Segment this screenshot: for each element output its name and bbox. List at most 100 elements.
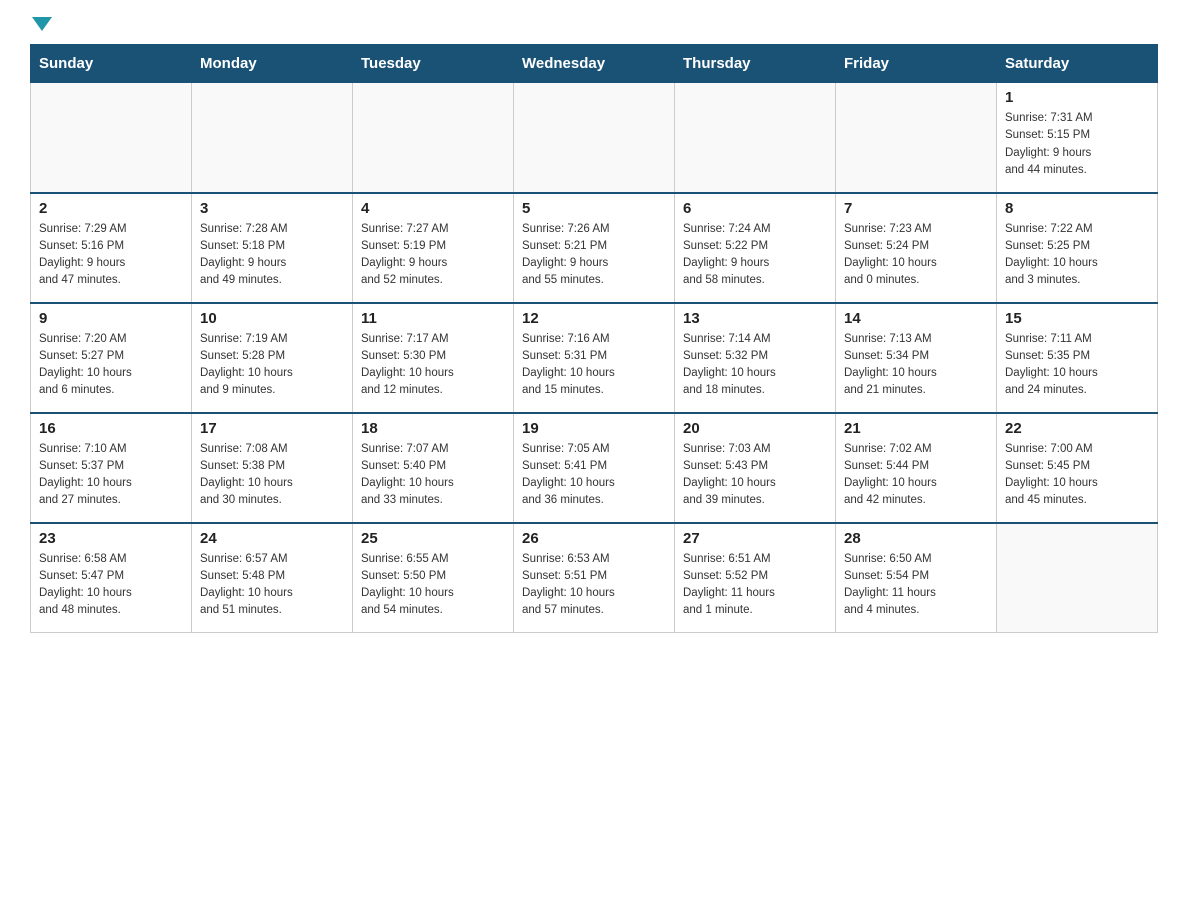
- day-number: 6: [683, 200, 827, 217]
- logo-arrow-icon: [32, 17, 52, 31]
- day-number: 16: [39, 420, 183, 437]
- calendar-day-header: Sunday: [31, 45, 192, 83]
- calendar-day-header: Thursday: [675, 45, 836, 83]
- day-info: Sunrise: 7:24 AM Sunset: 5:22 PM Dayligh…: [683, 221, 827, 290]
- calendar-day-cell: 13 Sunrise: 7:14 AM Sunset: 5:32 PM Dayli…: [675, 303, 836, 413]
- day-number: 19: [522, 420, 666, 437]
- day-info: Sunrise: 7:29 AM Sunset: 5:16 PM Dayligh…: [39, 221, 183, 290]
- day-number: 23: [39, 530, 183, 547]
- calendar-day-cell: 12 Sunrise: 7:16 AM Sunset: 5:31 PM Dayli…: [514, 303, 675, 413]
- calendar-day-cell: 15 Sunrise: 7:11 AM Sunset: 5:35 PM Dayli…: [997, 303, 1158, 413]
- calendar-day-cell: [836, 83, 997, 193]
- day-number: 28: [844, 530, 988, 547]
- day-info: Sunrise: 7:23 AM Sunset: 5:24 PM Dayligh…: [844, 221, 988, 290]
- day-info: Sunrise: 7:00 AM Sunset: 5:45 PM Dayligh…: [1005, 441, 1149, 510]
- day-info: Sunrise: 7:27 AM Sunset: 5:19 PM Dayligh…: [361, 221, 505, 290]
- calendar-week-row: 16 Sunrise: 7:10 AM Sunset: 5:37 PM Dayli…: [31, 413, 1158, 523]
- calendar-day-cell: 3 Sunrise: 7:28 AM Sunset: 5:18 PM Daylig…: [192, 193, 353, 303]
- calendar-day-cell: 25 Sunrise: 6:55 AM Sunset: 5:50 PM Dayli…: [353, 523, 514, 633]
- calendar-day-cell: 11 Sunrise: 7:17 AM Sunset: 5:30 PM Dayli…: [353, 303, 514, 413]
- calendar-day-cell: 14 Sunrise: 7:13 AM Sunset: 5:34 PM Dayli…: [836, 303, 997, 413]
- calendar-day-cell: 1 Sunrise: 7:31 AM Sunset: 5:15 PM Daylig…: [997, 83, 1158, 193]
- calendar-day-cell: 5 Sunrise: 7:26 AM Sunset: 5:21 PM Daylig…: [514, 193, 675, 303]
- day-number: 20: [683, 420, 827, 437]
- day-info: Sunrise: 7:28 AM Sunset: 5:18 PM Dayligh…: [200, 221, 344, 290]
- day-info: Sunrise: 6:53 AM Sunset: 5:51 PM Dayligh…: [522, 551, 666, 620]
- day-number: 5: [522, 200, 666, 217]
- calendar-day-cell: 18 Sunrise: 7:07 AM Sunset: 5:40 PM Dayli…: [353, 413, 514, 523]
- calendar-day-cell: 28 Sunrise: 6:50 AM Sunset: 5:54 PM Dayli…: [836, 523, 997, 633]
- day-info: Sunrise: 6:58 AM Sunset: 5:47 PM Dayligh…: [39, 551, 183, 620]
- calendar-header-row: SundayMondayTuesdayWednesdayThursdayFrid…: [31, 45, 1158, 83]
- day-info: Sunrise: 7:02 AM Sunset: 5:44 PM Dayligh…: [844, 441, 988, 510]
- calendar-day-cell: 6 Sunrise: 7:24 AM Sunset: 5:22 PM Daylig…: [675, 193, 836, 303]
- day-info: Sunrise: 6:55 AM Sunset: 5:50 PM Dayligh…: [361, 551, 505, 620]
- day-info: Sunrise: 7:26 AM Sunset: 5:21 PM Dayligh…: [522, 221, 666, 290]
- day-info: Sunrise: 7:07 AM Sunset: 5:40 PM Dayligh…: [361, 441, 505, 510]
- calendar-week-row: 9 Sunrise: 7:20 AM Sunset: 5:27 PM Daylig…: [31, 303, 1158, 413]
- day-info: Sunrise: 7:13 AM Sunset: 5:34 PM Dayligh…: [844, 331, 988, 400]
- calendar-week-row: 23 Sunrise: 6:58 AM Sunset: 5:47 PM Dayli…: [31, 523, 1158, 633]
- day-number: 26: [522, 530, 666, 547]
- day-number: 8: [1005, 200, 1149, 217]
- day-info: Sunrise: 7:22 AM Sunset: 5:25 PM Dayligh…: [1005, 221, 1149, 290]
- calendar-day-cell: [192, 83, 353, 193]
- day-number: 14: [844, 310, 988, 327]
- day-number: 4: [361, 200, 505, 217]
- calendar-day-cell: [31, 83, 192, 193]
- day-number: 9: [39, 310, 183, 327]
- day-info: Sunrise: 7:16 AM Sunset: 5:31 PM Dayligh…: [522, 331, 666, 400]
- calendar-day-cell: [675, 83, 836, 193]
- calendar-day-cell: 24 Sunrise: 6:57 AM Sunset: 5:48 PM Dayli…: [192, 523, 353, 633]
- day-number: 12: [522, 310, 666, 327]
- calendar-day-cell: 22Sunrise: 7:00 AM Sunset: 5:45 PM Dayli…: [997, 413, 1158, 523]
- day-number: 17: [200, 420, 344, 437]
- day-info: Sunrise: 7:10 AM Sunset: 5:37 PM Dayligh…: [39, 441, 183, 510]
- calendar-day-cell: 16 Sunrise: 7:10 AM Sunset: 5:37 PM Dayli…: [31, 413, 192, 523]
- day-number: 18: [361, 420, 505, 437]
- calendar-day-header: Wednesday: [514, 45, 675, 83]
- day-number: 27: [683, 530, 827, 547]
- day-info: Sunrise: 7:14 AM Sunset: 5:32 PM Dayligh…: [683, 331, 827, 400]
- calendar-day-cell: 20 Sunrise: 7:03 AM Sunset: 5:43 PM Dayli…: [675, 413, 836, 523]
- calendar-day-cell: 21 Sunrise: 7:02 AM Sunset: 5:44 PM Dayli…: [836, 413, 997, 523]
- day-info: Sunrise: 6:57 AM Sunset: 5:48 PM Dayligh…: [200, 551, 344, 620]
- day-info: Sunrise: 7:20 AM Sunset: 5:27 PM Dayligh…: [39, 331, 183, 400]
- day-info: Sunrise: 6:50 AM Sunset: 5:54 PM Dayligh…: [844, 551, 988, 620]
- calendar-day-cell: 9 Sunrise: 7:20 AM Sunset: 5:27 PM Daylig…: [31, 303, 192, 413]
- calendar-day-cell: [514, 83, 675, 193]
- day-number: 1: [1005, 89, 1149, 106]
- day-info: Sunrise: 7:31 AM Sunset: 5:15 PM Dayligh…: [1005, 110, 1149, 179]
- calendar-day-cell: 4 Sunrise: 7:27 AM Sunset: 5:19 PM Daylig…: [353, 193, 514, 303]
- day-info: Sunrise: 7:11 AM Sunset: 5:35 PM Dayligh…: [1005, 331, 1149, 400]
- day-number: 13: [683, 310, 827, 327]
- day-info: Sunrise: 7:05 AM Sunset: 5:41 PM Dayligh…: [522, 441, 666, 510]
- day-number: 11: [361, 310, 505, 327]
- day-number: 15: [1005, 310, 1149, 327]
- day-number: 21: [844, 420, 988, 437]
- calendar-day-cell: 19 Sunrise: 7:05 AM Sunset: 5:41 PM Dayli…: [514, 413, 675, 523]
- calendar-table: SundayMondayTuesdayWednesdayThursdayFrid…: [30, 44, 1158, 633]
- calendar-day-header: Friday: [836, 45, 997, 83]
- calendar-day-cell: 17 Sunrise: 7:08 AM Sunset: 5:38 PM Dayli…: [192, 413, 353, 523]
- calendar-day-cell: 23 Sunrise: 6:58 AM Sunset: 5:47 PM Dayli…: [31, 523, 192, 633]
- day-number: 10: [200, 310, 344, 327]
- day-info: Sunrise: 6:51 AM Sunset: 5:52 PM Dayligh…: [683, 551, 827, 620]
- calendar-day-cell: 27 Sunrise: 6:51 AM Sunset: 5:52 PM Dayli…: [675, 523, 836, 633]
- day-info: Sunrise: 7:03 AM Sunset: 5:43 PM Dayligh…: [683, 441, 827, 510]
- day-info: Sunrise: 7:08 AM Sunset: 5:38 PM Dayligh…: [200, 441, 344, 510]
- calendar-day-cell: 26 Sunrise: 6:53 AM Sunset: 5:51 PM Dayli…: [514, 523, 675, 633]
- day-number: 24: [200, 530, 344, 547]
- calendar-day-cell: 2Sunrise: 7:29 AM Sunset: 5:16 PM Daylig…: [31, 193, 192, 303]
- page-header: [30, 20, 1158, 34]
- calendar-day-cell: 8 Sunrise: 7:22 AM Sunset: 5:25 PM Daylig…: [997, 193, 1158, 303]
- day-number: 3: [200, 200, 344, 217]
- day-info: Sunrise: 7:17 AM Sunset: 5:30 PM Dayligh…: [361, 331, 505, 400]
- day-number: 25: [361, 530, 505, 547]
- day-number: 7: [844, 200, 988, 217]
- calendar-day-header: Monday: [192, 45, 353, 83]
- calendar-day-cell: [997, 523, 1158, 633]
- day-info: Sunrise: 7:19 AM Sunset: 5:28 PM Dayligh…: [200, 331, 344, 400]
- calendar-day-cell: [353, 83, 514, 193]
- logo: [30, 20, 52, 34]
